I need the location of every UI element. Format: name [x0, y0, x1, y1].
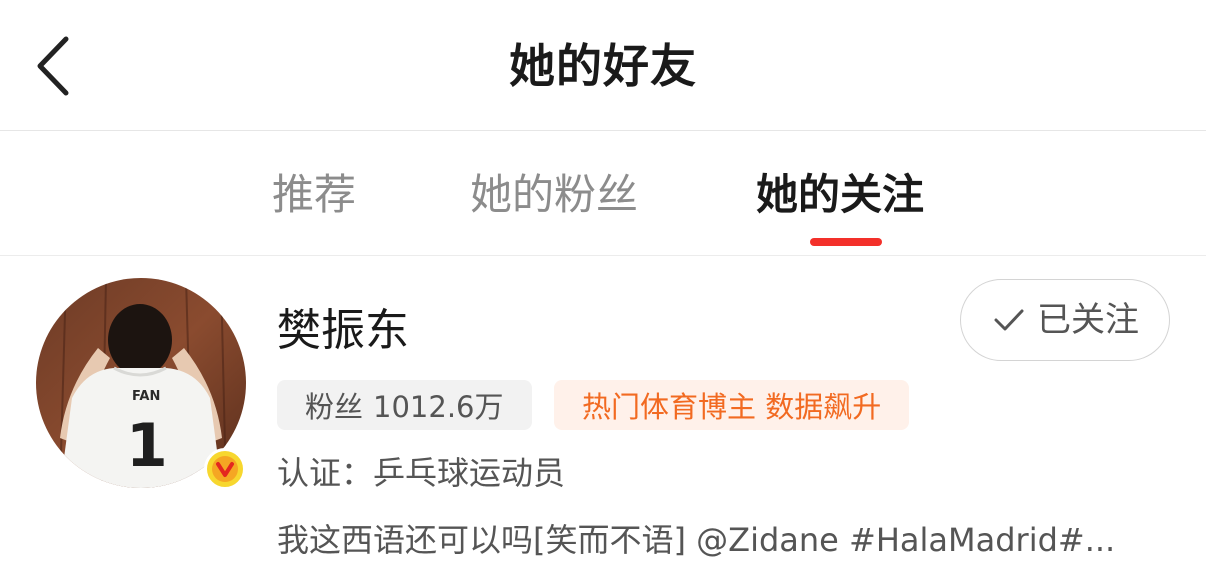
nav-bar: 她的好友	[0, 0, 1206, 131]
tab-bar: 推荐 她的粉丝 她的关注	[0, 131, 1206, 256]
user-name[interactable]: 樊振东	[277, 302, 409, 360]
check-icon	[994, 309, 1024, 331]
verified-v-icon	[212, 456, 238, 482]
avatar-jersey-number: 1	[126, 411, 168, 481]
tab-recommend[interactable]: 推荐	[272, 167, 356, 223]
avatar-jersey-name: FAN	[132, 389, 160, 404]
verification-text: 认证：乒乓球运动员	[277, 454, 566, 492]
user-bio: 我这西语还可以吗[笑而不语] @Zidane #HalaMadrid#...	[277, 521, 1116, 559]
page-title: 她的好友	[509, 39, 697, 93]
fans-value: 1012.6万	[373, 390, 504, 424]
tab-her-following[interactable]: 她的关注	[756, 167, 924, 223]
fans-count-badge: 粉丝 1012.6万	[277, 380, 532, 430]
verified-badge	[204, 448, 246, 490]
following-button-label: 已关注	[1037, 300, 1139, 340]
active-tab-indicator	[810, 238, 882, 246]
following-button[interactable]: 已关注	[960, 279, 1170, 361]
hot-blogger-tag: 热门体育博主 数据飙升	[554, 380, 910, 430]
tab-her-fans[interactable]: 她的粉丝	[470, 167, 638, 223]
fans-label: 粉丝	[305, 390, 364, 424]
user-list-item[interactable]: FAN 1 樊振东 已关注 粉丝 1012.6万 热门体育博主 数据飙升 认证：…	[0, 256, 1206, 586]
